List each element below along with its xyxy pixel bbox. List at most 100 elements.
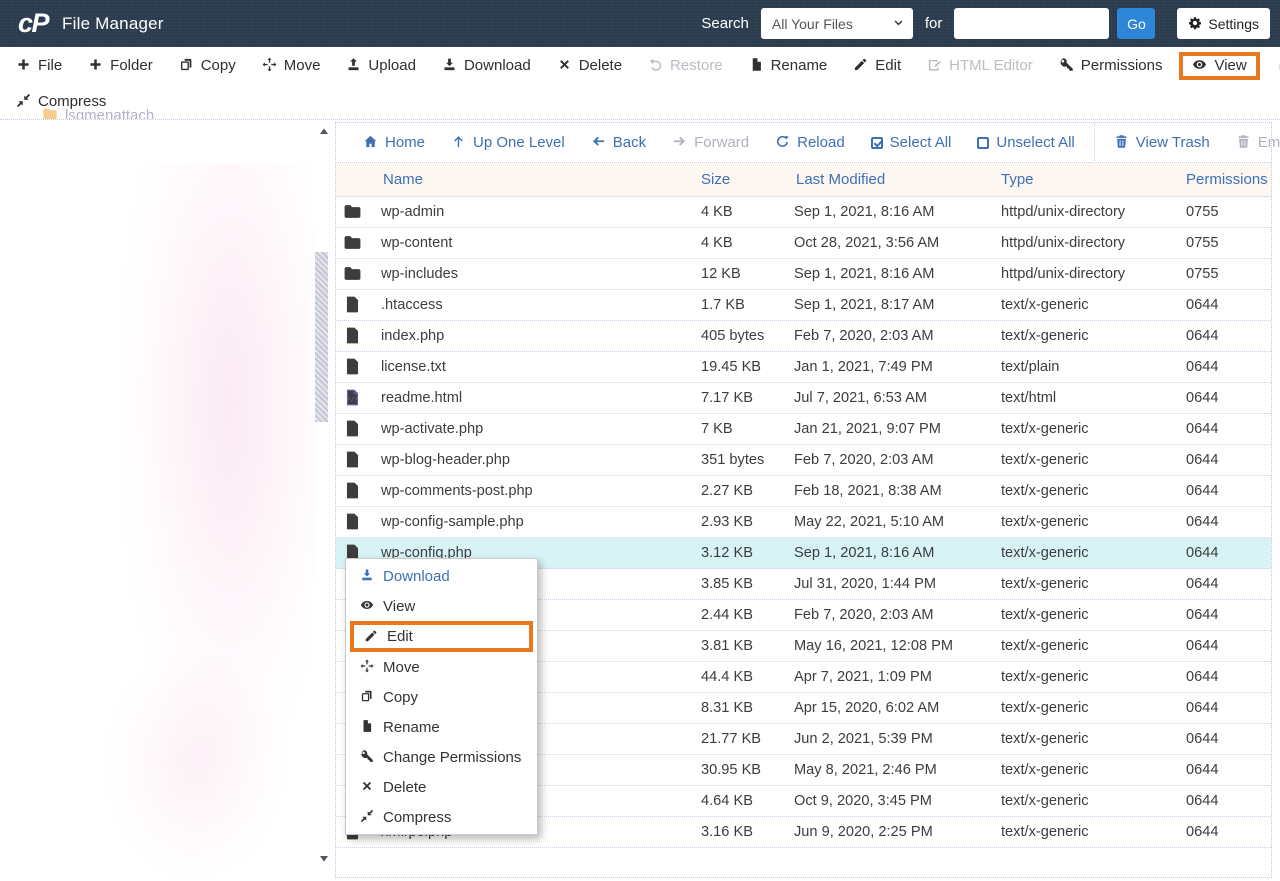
column-header-type[interactable]: Type [997,171,1179,188]
file-row-license-txt[interactable]: license.txt 19.45 KB Jan 1, 2021, 7:49 PM t… [336,352,1271,383]
file-type: text/x-generic [1001,638,1089,654]
file-type: text/x-generic [1001,297,1089,313]
key-icon [1059,57,1074,74]
toolbar-item-copy[interactable]: Copy [166,57,249,74]
reload-icon [775,134,790,151]
go-button[interactable]: Go [1117,8,1156,39]
file-permissions: 0644 [1186,390,1219,406]
file-modified: Oct 28, 2021, 3:56 AM [794,235,940,251]
context-menu-item-move[interactable]: Move [346,652,537,682]
column-header-name[interactable]: Name [381,171,694,188]
nav-item-home[interactable]: Home [350,134,438,151]
context-menu-item-delete[interactable]: Delete [346,772,537,802]
column-header-permissions[interactable]: Permissions [1179,171,1271,188]
column-header-modified[interactable]: Last Modified [794,171,997,188]
toolbar-item-edit[interactable]: Edit [840,57,914,74]
file-modified: Jun 9, 2020, 2:25 PM [794,824,933,840]
file-size: 3.12 KB [701,545,753,561]
column-header-size[interactable]: Size [694,171,794,188]
settings-button[interactable]: Settings [1177,8,1270,39]
toolbar-item-file[interactable]: File [3,57,75,74]
file-row-readme-html[interactable]: </> readme.html 7.17 KB Jul 7, 2021, 6:53 A… [336,383,1271,414]
file-size: 7 KB [701,421,733,437]
file-type: text/x-generic [1001,607,1089,623]
file-name: wp-activate.php [381,421,484,437]
context-menu-item-compress[interactable]: Compress [346,802,537,832]
file-row-wp-content[interactable]: wp-content 4 KB Oct 28, 2021, 3:56 AM httpd… [336,228,1271,259]
nav-item-select-all[interactable]: Select All [858,134,965,151]
scrollbar-thumb[interactable] [315,252,328,422]
file-row-index-php[interactable]: index.php 405 bytes Feb 7, 2020, 2:03 AM te… [336,321,1271,352]
item-label: File [38,57,63,75]
nav-item-up-one-level[interactable]: Up One Level [438,134,578,151]
file-type: text/html [1001,390,1057,406]
scroll-up-arrow[interactable] [316,124,328,134]
file-modified: Feb 7, 2020, 2:03 AM [794,607,934,623]
file-size: 1.7 KB [701,297,745,313]
file-icon [336,481,381,502]
file-row-wp-activate-php[interactable]: wp-activate.php 7 KB Jan 21, 2021, 9:07 PM… [336,414,1271,445]
file-permissions: 0755 [1186,235,1219,251]
nav-item-unselect-all[interactable]: Unselect All [964,134,1087,151]
file-row-wp-comments-post-php[interactable]: wp-comments-post.php 2.27 KB Feb 18, 2021,… [336,476,1271,507]
tree-item-ghost[interactable]: lsqmenattach [42,106,154,119]
file-permissions: 0644 [1186,669,1219,685]
toolbar-item-download[interactable]: Download [429,57,544,74]
file-modified: Sep 1, 2021, 8:16 AM [794,545,935,561]
upload-icon [346,57,361,74]
file-size: 4 KB [701,204,733,220]
file-modified: Jul 7, 2021, 6:53 AM [794,390,928,406]
context-menu-item-copy[interactable]: Copy [346,682,537,712]
file-size: 2.93 KB [701,514,753,530]
context-menu-item-rename[interactable]: Rename [346,712,537,742]
file-row-htaccess[interactable]: .htaccess 1.7 KB Sep 1, 2021, 8:17 AM text/… [336,290,1271,321]
toolbar-item-upload[interactable]: Upload [333,57,429,74]
toolbar-item-permissions[interactable]: Permissions [1046,57,1176,74]
item-label: View Trash [1135,133,1210,151]
file-size: 44.4 KB [701,669,753,685]
eye-icon [360,598,374,615]
xmark-icon [360,779,374,796]
plus-icon [88,57,103,74]
nav-item-back[interactable]: Back [578,134,659,151]
tree-item-label: lsqmenattach [65,106,155,119]
sidebar-scrollbar[interactable] [313,120,330,872]
file-name: wp-blog-header.php [381,452,511,468]
file-modified: May 22, 2021, 5:10 AM [794,514,945,530]
pencil-icon [364,628,378,645]
file-permissions: 0644 [1186,514,1219,530]
nav-item-view-trash[interactable]: View Trash [1101,134,1223,151]
toolbar-item-rename[interactable]: Rename [736,57,841,74]
item-label: Rename [383,718,440,736]
toolbar-item-view[interactable]: View [1179,52,1260,80]
checkbox-checked-icon [870,136,883,149]
toolbar-item-folder[interactable]: Folder [75,57,166,74]
file-name: wp-comments-post.php [381,483,533,499]
file-name: .htaccess [381,297,443,313]
scroll-down-arrow[interactable] [316,850,328,862]
nav-item-reload[interactable]: Reload [762,134,858,151]
context-menu-item-download[interactable]: Download [346,561,537,591]
file-row-wp-admin[interactable]: wp-admin 4 KB Sep 1, 2021, 8:16 AM httpd/un… [336,197,1271,228]
file-name: wp-content [381,235,453,251]
file-name: index.php [381,328,445,344]
folder-icon [336,233,381,254]
search-scope-select[interactable]: All Your Files [760,8,913,39]
item-label: Empty Trash [1257,133,1280,151]
top-navbar: cP File Manager Search All Your Files fo… [0,0,1280,47]
nav-item-forward: Forward [659,134,762,151]
file-row-wp-blog-header-php[interactable]: wp-blog-header.php 351 bytes Feb 7, 2020, … [336,445,1271,476]
context-menu-item-view[interactable]: View [346,591,537,621]
context-menu-item-edit[interactable]: Edit [350,621,533,652]
file-row-wp-config-sample-php[interactable]: wp-config-sample.php 2.93 KB May 22, 2021,… [336,507,1271,538]
file-row-wp-includes[interactable]: wp-includes 12 KB Sep 1, 2021, 8:16 AM http… [336,259,1271,290]
toolbar-item-move[interactable]: Move [249,57,334,74]
search-input[interactable] [954,8,1110,39]
file-name: license.txt [381,359,446,375]
toolbar-item-extract: Extract [1264,57,1280,74]
copy-icon [179,57,194,74]
download-icon [360,568,374,585]
file-name: wp-admin [381,204,445,220]
context-menu-item-change-permissions[interactable]: Change Permissions [346,742,537,772]
toolbar-item-delete[interactable]: Delete [544,57,635,74]
